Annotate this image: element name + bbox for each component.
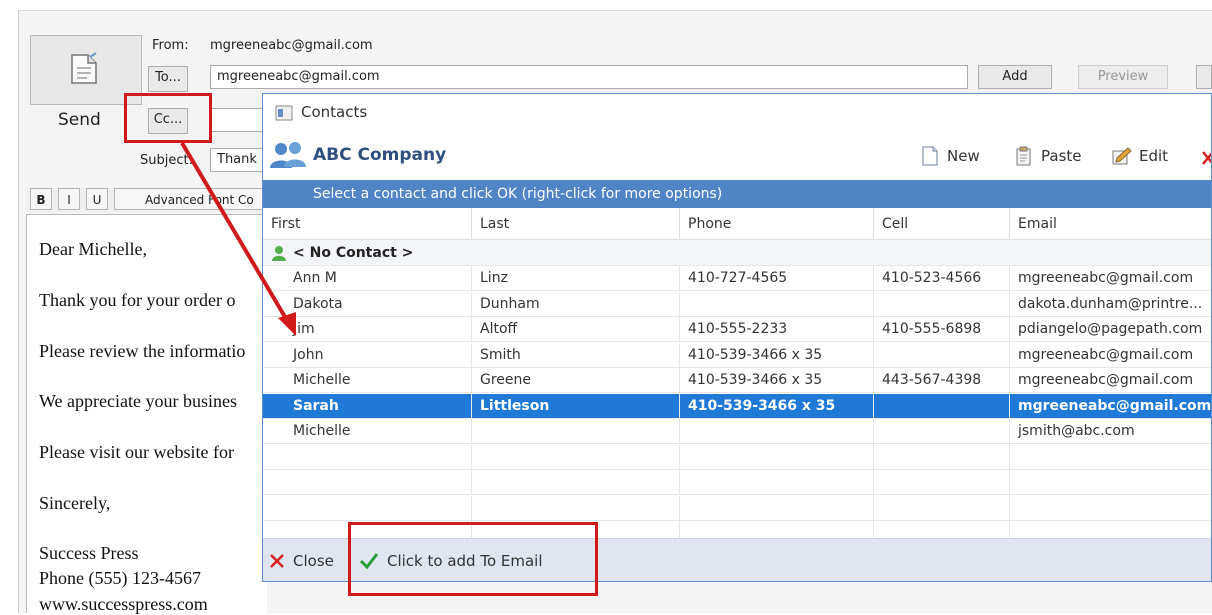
annotation-arrow [180,141,296,336]
